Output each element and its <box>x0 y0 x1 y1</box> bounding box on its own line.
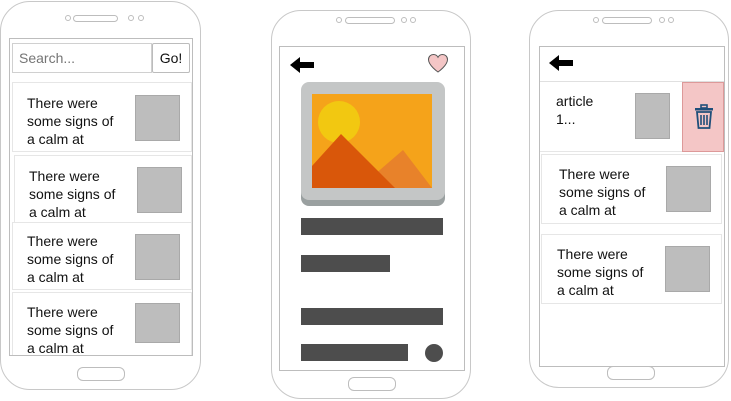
screen: Go! There were some signs of a calm at T… <box>9 38 193 356</box>
list-item-text: There were some signs of a calm at <box>557 246 644 298</box>
speaker <box>602 17 652 24</box>
thumbnail <box>135 234 180 280</box>
list-item[interactable]: There were some signs of a calm at <box>541 154 722 224</box>
screen: article 1... There were some signs of a … <box>539 46 725 367</box>
sensor-dot <box>401 17 407 23</box>
list-item-text: article 1... <box>556 93 594 127</box>
phone-detail <box>271 10 471 399</box>
phone-list-search: Go! There were some signs of a calm at T… <box>0 1 201 390</box>
list-item-text: There were some signs of a calm at <box>27 233 114 285</box>
text-line-placeholder <box>301 218 443 235</box>
text-line-placeholder <box>301 344 408 361</box>
home-button[interactable] <box>348 377 396 391</box>
image-placeholder-icon <box>301 82 445 206</box>
list-item-text: There were some signs of a calm at <box>559 166 646 218</box>
sensor-dot <box>593 17 599 23</box>
thumbnail <box>137 167 182 213</box>
sensor-dot <box>410 17 416 23</box>
screen <box>279 46 465 371</box>
list-item[interactable]: There were some signs of a calm at <box>12 82 192 152</box>
list-item-text: There were some signs of a calm at <box>29 168 116 220</box>
go-button[interactable]: Go! <box>152 43 190 73</box>
sensor-dot <box>65 15 71 21</box>
thumbnail <box>635 93 670 139</box>
scroll-indicator[interactable] <box>425 344 443 362</box>
trash-icon <box>695 104 713 129</box>
sensor-dot <box>336 17 342 23</box>
speaker <box>345 17 395 24</box>
sensor-dot <box>138 15 144 21</box>
list-item[interactable]: There were some signs of a calm at <box>14 155 192 223</box>
text-line-placeholder <box>301 308 443 325</box>
sensor-dot <box>668 17 674 23</box>
thumbnail <box>135 95 180 141</box>
home-button[interactable] <box>77 367 125 381</box>
list-item-swiped[interactable]: article 1... <box>540 82 682 152</box>
heart-icon[interactable] <box>427 52 449 74</box>
arrow-left-icon[interactable] <box>289 56 315 74</box>
search-input[interactable] <box>12 43 152 73</box>
list-item[interactable]: There were some signs of a calm at <box>12 292 192 356</box>
list-item[interactable]: There were some signs of a calm at <box>541 234 722 304</box>
thumbnail <box>135 303 180 343</box>
list-item-text: There were some signs of a calm at <box>27 95 114 147</box>
thumbnail <box>665 246 710 292</box>
list-item[interactable]: There were some signs of a calm at <box>12 222 192 290</box>
home-button[interactable] <box>607 366 655 380</box>
text-line-placeholder <box>301 255 390 272</box>
sensor-dot <box>128 15 134 21</box>
delete-button[interactable] <box>682 82 724 152</box>
sensor-dot <box>659 17 665 23</box>
arrow-left-icon[interactable] <box>548 54 574 72</box>
phone-list-delete: article 1... There were some signs of a … <box>529 10 729 388</box>
speaker <box>73 15 118 22</box>
list-item-text: There were some signs of a calm at <box>27 304 114 356</box>
thumbnail <box>666 166 711 212</box>
